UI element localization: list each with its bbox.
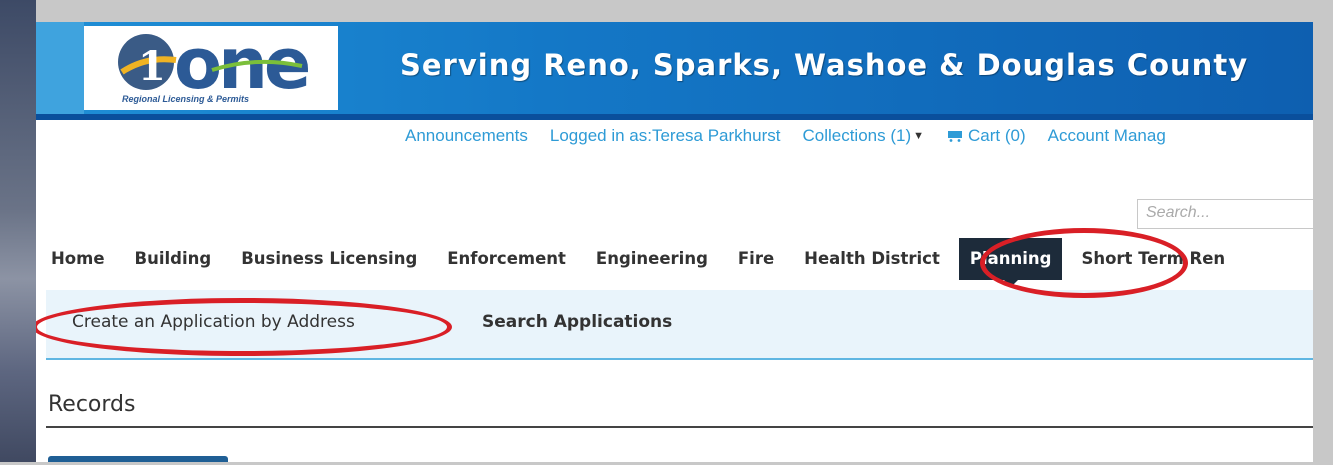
web-page: 1 one Regional Licensing & Permits Servi… xyxy=(36,22,1313,462)
annotation-circle-create-application xyxy=(36,298,452,356)
account-management-link[interactable]: Account Manag xyxy=(1048,126,1166,146)
svg-text:1: 1 xyxy=(138,43,166,90)
cart-icon xyxy=(948,131,963,142)
site-tagline: Serving Reno, Sparks, Washoe & Douglas C… xyxy=(400,48,1249,82)
cart-link[interactable]: Cart (0) xyxy=(946,126,1026,146)
screenshot-frame-right xyxy=(1313,0,1333,465)
nav-health-district[interactable]: Health District xyxy=(789,238,955,280)
search-input[interactable]: Search... xyxy=(1137,199,1313,229)
nav-business-licensing[interactable]: Business Licensing xyxy=(226,238,432,280)
announcements-link[interactable]: Announcements xyxy=(405,126,528,146)
annotation-circle-planning xyxy=(980,228,1188,298)
collections-menu[interactable]: Collections (1) ▼ xyxy=(802,126,924,146)
banner-bottom-bar xyxy=(36,114,1313,120)
cart-label: Cart (0) xyxy=(968,126,1026,145)
site-banner: 1 one Regional Licensing & Permits Servi… xyxy=(36,22,1313,120)
logo-subtitle: Regional Licensing & Permits xyxy=(122,94,250,104)
nav-building[interactable]: Building xyxy=(120,238,227,280)
logo-one-icon: 1 one xyxy=(118,26,313,96)
section-title: Records xyxy=(48,392,136,417)
nav-fire[interactable]: Fire xyxy=(723,238,789,280)
caret-down-icon: ▼ xyxy=(913,130,925,142)
screenshot-frame-top xyxy=(0,0,1333,22)
section-divider xyxy=(46,426,1313,428)
partial-button[interactable] xyxy=(48,456,228,462)
search-applications-link[interactable]: Search Applications xyxy=(482,312,672,332)
svg-text:one: one xyxy=(174,26,309,96)
utility-links: Announcements Logged in as:Teresa Parkhu… xyxy=(405,126,1188,146)
collections-label: Collections (1) xyxy=(802,126,912,145)
logged-in-user-link[interactable]: Logged in as:Teresa Parkhurst xyxy=(550,126,781,146)
screenshot-frame-left xyxy=(0,0,36,465)
site-logo[interactable]: 1 one Regional Licensing & Permits xyxy=(84,26,338,110)
nav-engineering[interactable]: Engineering xyxy=(581,238,723,280)
nav-enforcement[interactable]: Enforcement xyxy=(432,238,581,280)
nav-home[interactable]: Home xyxy=(36,238,120,280)
banner-strip xyxy=(36,22,84,120)
search-placeholder: Search... xyxy=(1146,204,1211,221)
